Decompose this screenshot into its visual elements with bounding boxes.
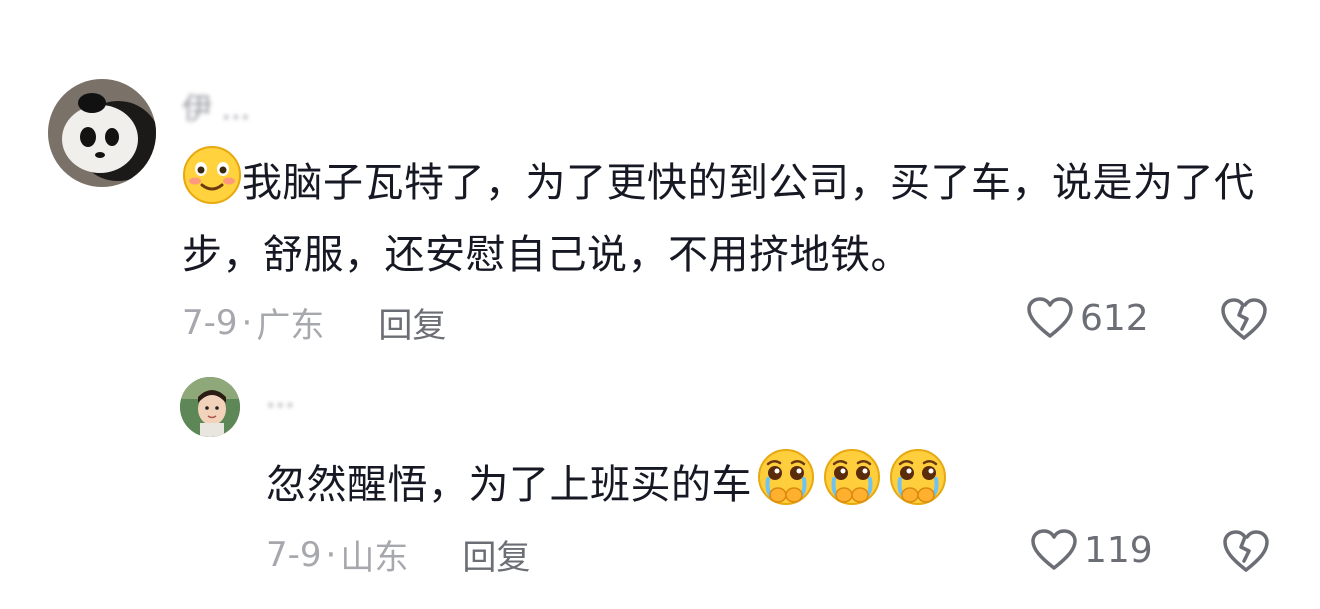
username[interactable]: 伊 ... — [182, 84, 250, 128]
comment-meta: 7-9 · 广东 回复 — [182, 298, 446, 347]
meta-separator: · — [241, 302, 253, 343]
comment-text: 忽然醒悟，为了上班买的车 — [266, 447, 1266, 526]
child-avatar-icon — [180, 377, 240, 437]
like-button[interactable]: 119 — [1030, 528, 1153, 572]
broken-heart-icon — [1221, 298, 1267, 340]
comment-text: 我脑子瓦特了，为了更快的到公司，买了车，说是为了代步，舒服，还安慰自己说，不用挤… — [182, 145, 1272, 287]
comment-location: 广东 — [256, 306, 325, 346]
comment-date: 7-9 — [266, 534, 322, 575]
comment-meta: 7-9 · 山东 回复 — [266, 530, 530, 579]
avatar[interactable] — [48, 79, 156, 187]
reply-button[interactable]: 回复 — [378, 298, 446, 347]
username[interactable]: ... — [266, 380, 295, 415]
broken-heart-icon — [1223, 530, 1269, 572]
pleading-tearful-emoji-icon — [888, 447, 948, 526]
like-button[interactable]: 612 — [1026, 296, 1149, 340]
comment-date: 7-9 — [182, 302, 238, 343]
reply-item: ... 忽然醒悟，为了上班买的车 7-9 · 山东 回复 119 — [0, 360, 1320, 609]
comment-body: 忽然醒悟，为了上班买的车 — [266, 462, 752, 508]
dislike-button[interactable] — [1222, 528, 1270, 578]
comment-location: 山东 — [340, 538, 409, 578]
comment-body: 我脑子瓦特了，为了更快的到公司，买了车，说是为了代步，舒服，还安慰自己说，不用挤… — [182, 160, 1255, 278]
meta-separator: · — [325, 534, 337, 575]
heart-outline-icon — [1027, 297, 1073, 338]
heart-outline-icon — [1031, 529, 1077, 570]
comment-item: 伊 ... 我脑子瓦特了，为了更快的到公司，买了车，说是为了代步，舒服，还安慰自… — [0, 0, 1320, 360]
like-count: 119 — [1084, 529, 1153, 571]
like-count: 612 — [1080, 297, 1149, 339]
smile-blush-emoji-icon — [182, 145, 242, 224]
panda-avatar-icon — [48, 79, 156, 187]
reply-button[interactable]: 回复 — [462, 530, 530, 579]
pleading-tearful-emoji-icon — [822, 447, 882, 526]
pleading-tearful-emoji-icon — [756, 447, 816, 526]
dislike-button[interactable] — [1220, 296, 1268, 346]
avatar[interactable] — [180, 377, 240, 437]
